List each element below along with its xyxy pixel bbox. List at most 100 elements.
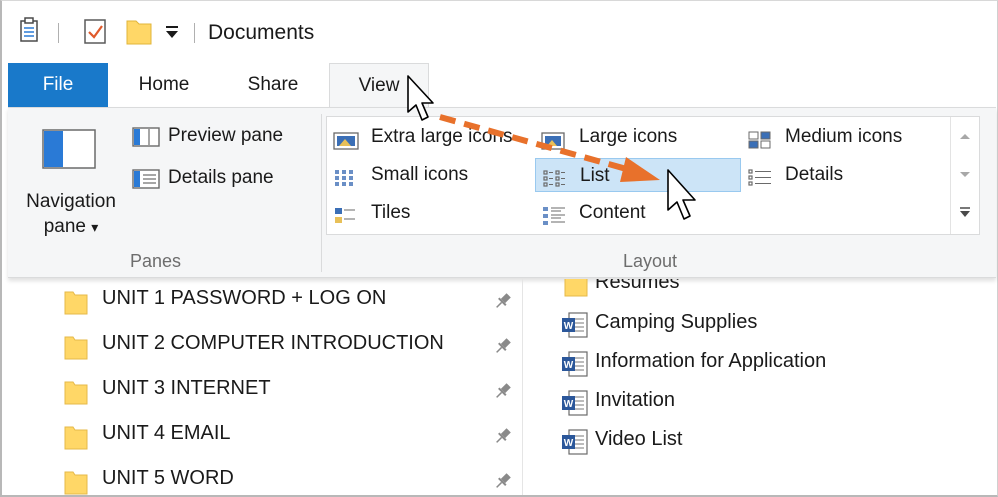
file-list: Resumes W Camping Supplies W Information… (524, 279, 996, 495)
folder-icon (64, 379, 88, 410)
file-item-label: Invitation (595, 389, 676, 411)
medium-icons-label: Medium icons (785, 126, 903, 147)
list-icon (542, 167, 568, 191)
nav-item-label: UNIT 5 WORD (102, 467, 234, 489)
preview-pane-button[interactable]: Preview pane (132, 121, 312, 151)
file-item-video-list[interactable]: W Video List (524, 420, 996, 459)
nav-item-unit-3[interactable]: UNIT 3 INTERNET (2, 369, 523, 414)
new-folder-icon[interactable] (126, 17, 152, 50)
gallery-scroll-down-button[interactable] (951, 156, 979, 194)
word-document-icon: W (560, 311, 590, 344)
details-pane-icon (132, 169, 160, 199)
title-divider (194, 23, 195, 43)
layout-small-icons[interactable]: Small icons (327, 158, 531, 192)
tiles-label: Tiles (371, 202, 411, 223)
properties-icon[interactable] (20, 17, 40, 48)
folder-icon (564, 279, 588, 302)
layout-medium-icons[interactable]: Medium icons (741, 120, 951, 154)
chevron-down-icon (960, 172, 970, 177)
details-pane-label: Details pane (168, 167, 274, 188)
navigation-pane-label: Navigation pane (26, 191, 116, 237)
medium-icons-icon (747, 128, 773, 154)
layout-details[interactable]: Details (741, 158, 951, 192)
tab-file[interactable]: File (8, 63, 108, 107)
word-document-icon: W (560, 389, 590, 422)
file-item-resumes[interactable]: Resumes (524, 279, 996, 302)
svg-text:W: W (564, 360, 574, 371)
file-item-information-for-application[interactable]: W Information for Application (524, 342, 996, 381)
ribbon-tabs: File Home Share View (2, 63, 996, 108)
folder-icon (64, 424, 88, 455)
nav-item-unit-4[interactable]: UNIT 4 EMAIL (2, 414, 523, 459)
chevron-up-icon (960, 134, 970, 139)
nav-item-unit-1[interactable]: UNIT 1 PASSWORD + LOG ON (2, 279, 523, 324)
large-icons-label: Large icons (579, 126, 678, 147)
layout-large-icons[interactable]: Large icons (535, 120, 739, 154)
layout-content[interactable]: Content (535, 196, 739, 230)
details-icon (747, 166, 773, 192)
details-pane-button[interactable]: Details pane (132, 163, 312, 193)
file-item-label: Video List (595, 428, 683, 450)
list-label: List (580, 165, 610, 186)
expand-gallery-icon (960, 207, 970, 217)
file-item-invitation[interactable]: W Invitation (524, 381, 996, 420)
tab-share[interactable]: Share (228, 63, 318, 107)
small-icons-label: Small icons (371, 164, 469, 185)
layout-list[interactable]: List (535, 158, 741, 192)
large-icons-icon (541, 128, 567, 154)
layout-tiles[interactable]: Tiles (327, 196, 531, 230)
customize-toolbar-icon[interactable] (164, 21, 180, 48)
layout-gallery: Extra large icons Large icons Medium ico… (326, 116, 980, 235)
navigation-pane-button[interactable]: Navigation pane ▾ (16, 189, 126, 240)
tiles-icon (333, 204, 359, 230)
pin-icon[interactable] (493, 336, 513, 361)
checklist-icon[interactable] (84, 17, 108, 50)
ribbon-view-panel: Navigation pane ▾ Preview pane Details p… (8, 107, 996, 278)
panes-group-label: Panes (130, 251, 182, 271)
word-document-icon: W (560, 350, 590, 383)
title-bar: Documents (2, 1, 996, 63)
details-label: Details (785, 164, 844, 185)
content-label: Content (579, 202, 646, 223)
file-item-label: Resumes (595, 279, 680, 293)
svg-text:W: W (564, 438, 574, 449)
pin-icon[interactable] (493, 381, 513, 406)
file-item-label: Information for Application (595, 350, 827, 372)
word-document-icon: W (560, 428, 590, 461)
preview-pane-label: Preview pane (168, 125, 284, 146)
layout-group-label: Layout (623, 251, 678, 271)
navigation-pane: UNIT 1 PASSWORD + LOG ON UNIT 2 COMPUTER… (2, 279, 523, 495)
extra-large-icons-icon (333, 128, 359, 154)
pin-icon[interactable] (493, 471, 513, 496)
pin-icon[interactable] (493, 291, 513, 316)
group-divider (321, 114, 322, 272)
nav-item-label: UNIT 3 INTERNET (102, 377, 271, 399)
preview-pane-icon (132, 127, 160, 157)
navigation-pane-icon[interactable] (42, 129, 96, 169)
gallery-expand-button[interactable] (951, 195, 979, 233)
tab-view[interactable]: View (329, 63, 429, 108)
file-item-label: Camping Supplies (595, 311, 758, 333)
folder-icon (64, 289, 88, 320)
chevron-down-icon: ▾ (91, 219, 99, 235)
nav-item-label: UNIT 4 EMAIL (102, 422, 231, 444)
gallery-scroll-up-button[interactable] (951, 117, 979, 155)
nav-item-label: UNIT 1 PASSWORD + LOG ON (102, 287, 387, 309)
pin-icon[interactable] (493, 426, 513, 451)
layout-extra-large-icons[interactable]: Extra large icons (327, 120, 531, 154)
tab-home[interactable]: Home (119, 63, 209, 107)
small-icons-icon (333, 166, 359, 192)
folder-icon (64, 469, 88, 497)
svg-text:W: W (564, 321, 574, 332)
quick-access-divider (58, 23, 59, 43)
nav-item-unit-5[interactable]: UNIT 5 WORD (2, 459, 523, 497)
content-icon (541, 204, 567, 230)
folder-icon (64, 334, 88, 365)
svg-text:W: W (564, 399, 574, 410)
extra-large-icons-label: Extra large icons (371, 126, 513, 147)
nav-item-label: UNIT 2 COMPUTER INTRODUCTION (102, 332, 444, 354)
layout-gallery-scroll (950, 117, 978, 234)
nav-item-unit-2[interactable]: UNIT 2 COMPUTER INTRODUCTION (2, 324, 523, 369)
window-title: Documents (208, 21, 315, 44)
file-item-camping-supplies[interactable]: W Camping Supplies (524, 303, 996, 342)
